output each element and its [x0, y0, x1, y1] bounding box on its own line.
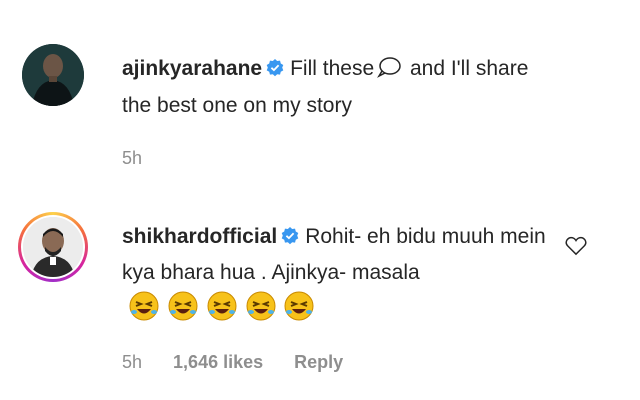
timestamp: 5h: [122, 352, 143, 372]
comment-shikhardofficial: shikhardofficial Rohit- eh bidu muuh mein…: [0, 206, 640, 376]
avatar-ajinkyarahane[interactable]: [22, 44, 84, 106]
rolling-laughing-face-icon: [245, 290, 277, 333]
username[interactable]: ajinkyarahane: [122, 57, 262, 80]
rolling-laughing-face-icon: [128, 290, 160, 333]
comment-text-part1: Fill these: [290, 57, 375, 80]
comment-body: shikhardofficial Rohit- eh bidu muuh mein…: [122, 220, 552, 333]
speech-bubble-icon: [376, 55, 402, 89]
comment-body: ajinkyarahane Fill these and I'll share t…: [122, 52, 552, 123]
avatar-story-ring[interactable]: [18, 212, 88, 282]
comment-meta: 5h 1,646 likes Reply: [122, 352, 369, 373]
rolling-laughing-face-icon: [206, 290, 238, 333]
rolling-laughing-face-icon: [167, 290, 199, 333]
reply-button[interactable]: Reply: [294, 352, 343, 372]
timestamp: 5h: [122, 148, 143, 168]
likes-count[interactable]: 1,646 likes: [173, 352, 263, 372]
username[interactable]: shikhardofficial: [122, 225, 277, 248]
avatar-shikhardofficial: [23, 217, 83, 277]
comment-ajinkyarahane: ajinkyarahane Fill these and I'll share t…: [0, 38, 640, 178]
verified-badge-icon: [266, 54, 284, 88]
comment-meta: 5h: [122, 148, 168, 169]
verified-badge-icon: [281, 222, 299, 256]
rolling-laughing-face-icon: [283, 290, 315, 333]
emoji-group: [128, 290, 316, 333]
like-heart-icon[interactable]: [565, 236, 587, 261]
